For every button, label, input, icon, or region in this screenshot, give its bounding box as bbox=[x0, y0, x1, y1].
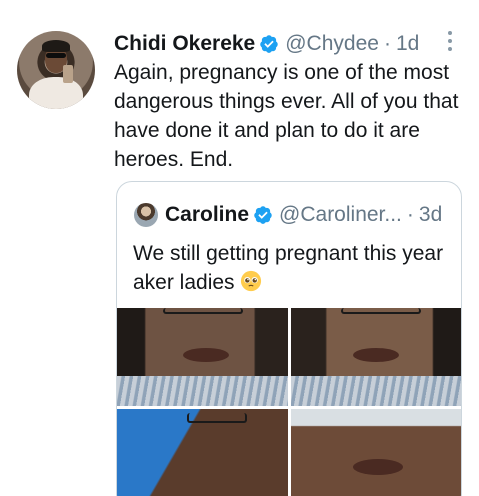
tweet[interactable]: Chidi Okereke @Chydee · 1d Again, pregna… bbox=[0, 0, 479, 496]
glasses bbox=[187, 413, 247, 423]
lips bbox=[183, 348, 229, 362]
shirt bbox=[117, 376, 288, 406]
media-photo-1[interactable] bbox=[117, 308, 288, 406]
separator-dot: · bbox=[406, 203, 414, 226]
more-vertical-icon[interactable] bbox=[446, 31, 454, 51]
separator-dot: · bbox=[383, 32, 391, 55]
quoted-timestamp: 3d bbox=[418, 203, 443, 226]
shirt bbox=[291, 376, 461, 406]
quoted-text-content: We still getting pregnant this year aker… bbox=[133, 242, 444, 294]
pleading-face-emoji bbox=[241, 270, 262, 292]
author-avatar[interactable] bbox=[17, 31, 95, 109]
quoted-tweet[interactable]: Caroline @Caroliner... · 3d We still get… bbox=[116, 181, 462, 496]
media-grid bbox=[117, 308, 461, 496]
tweet-header: Chidi Okereke @Chydee · 1d bbox=[114, 30, 419, 58]
quoted-tweet-header: Caroline @Caroliner... · 3d bbox=[134, 201, 442, 229]
media-photo-2[interactable] bbox=[291, 308, 461, 406]
glasses bbox=[163, 308, 243, 314]
lips bbox=[353, 459, 403, 475]
author-handle[interactable]: @Chydee bbox=[285, 32, 379, 56]
lips bbox=[353, 348, 399, 362]
author-name[interactable]: Chidi Okereke bbox=[114, 32, 255, 56]
media-photo-3[interactable] bbox=[117, 409, 288, 496]
glasses bbox=[341, 308, 421, 314]
tweet-timestamp[interactable]: 1d bbox=[396, 32, 419, 56]
verified-badge-icon bbox=[260, 35, 278, 53]
quoted-author-avatar bbox=[134, 203, 158, 227]
quoted-author-handle: @Caroliner... bbox=[279, 203, 402, 226]
quoted-author-name: Caroline bbox=[165, 203, 250, 226]
tweet-text: Again, pregnancy is one of the most dang… bbox=[114, 61, 459, 171]
quoted-tweet-text: We still getting pregnant this year aker… bbox=[133, 239, 451, 297]
verified-badge-icon bbox=[254, 206, 272, 224]
media-photo-4[interactable] bbox=[291, 409, 461, 496]
